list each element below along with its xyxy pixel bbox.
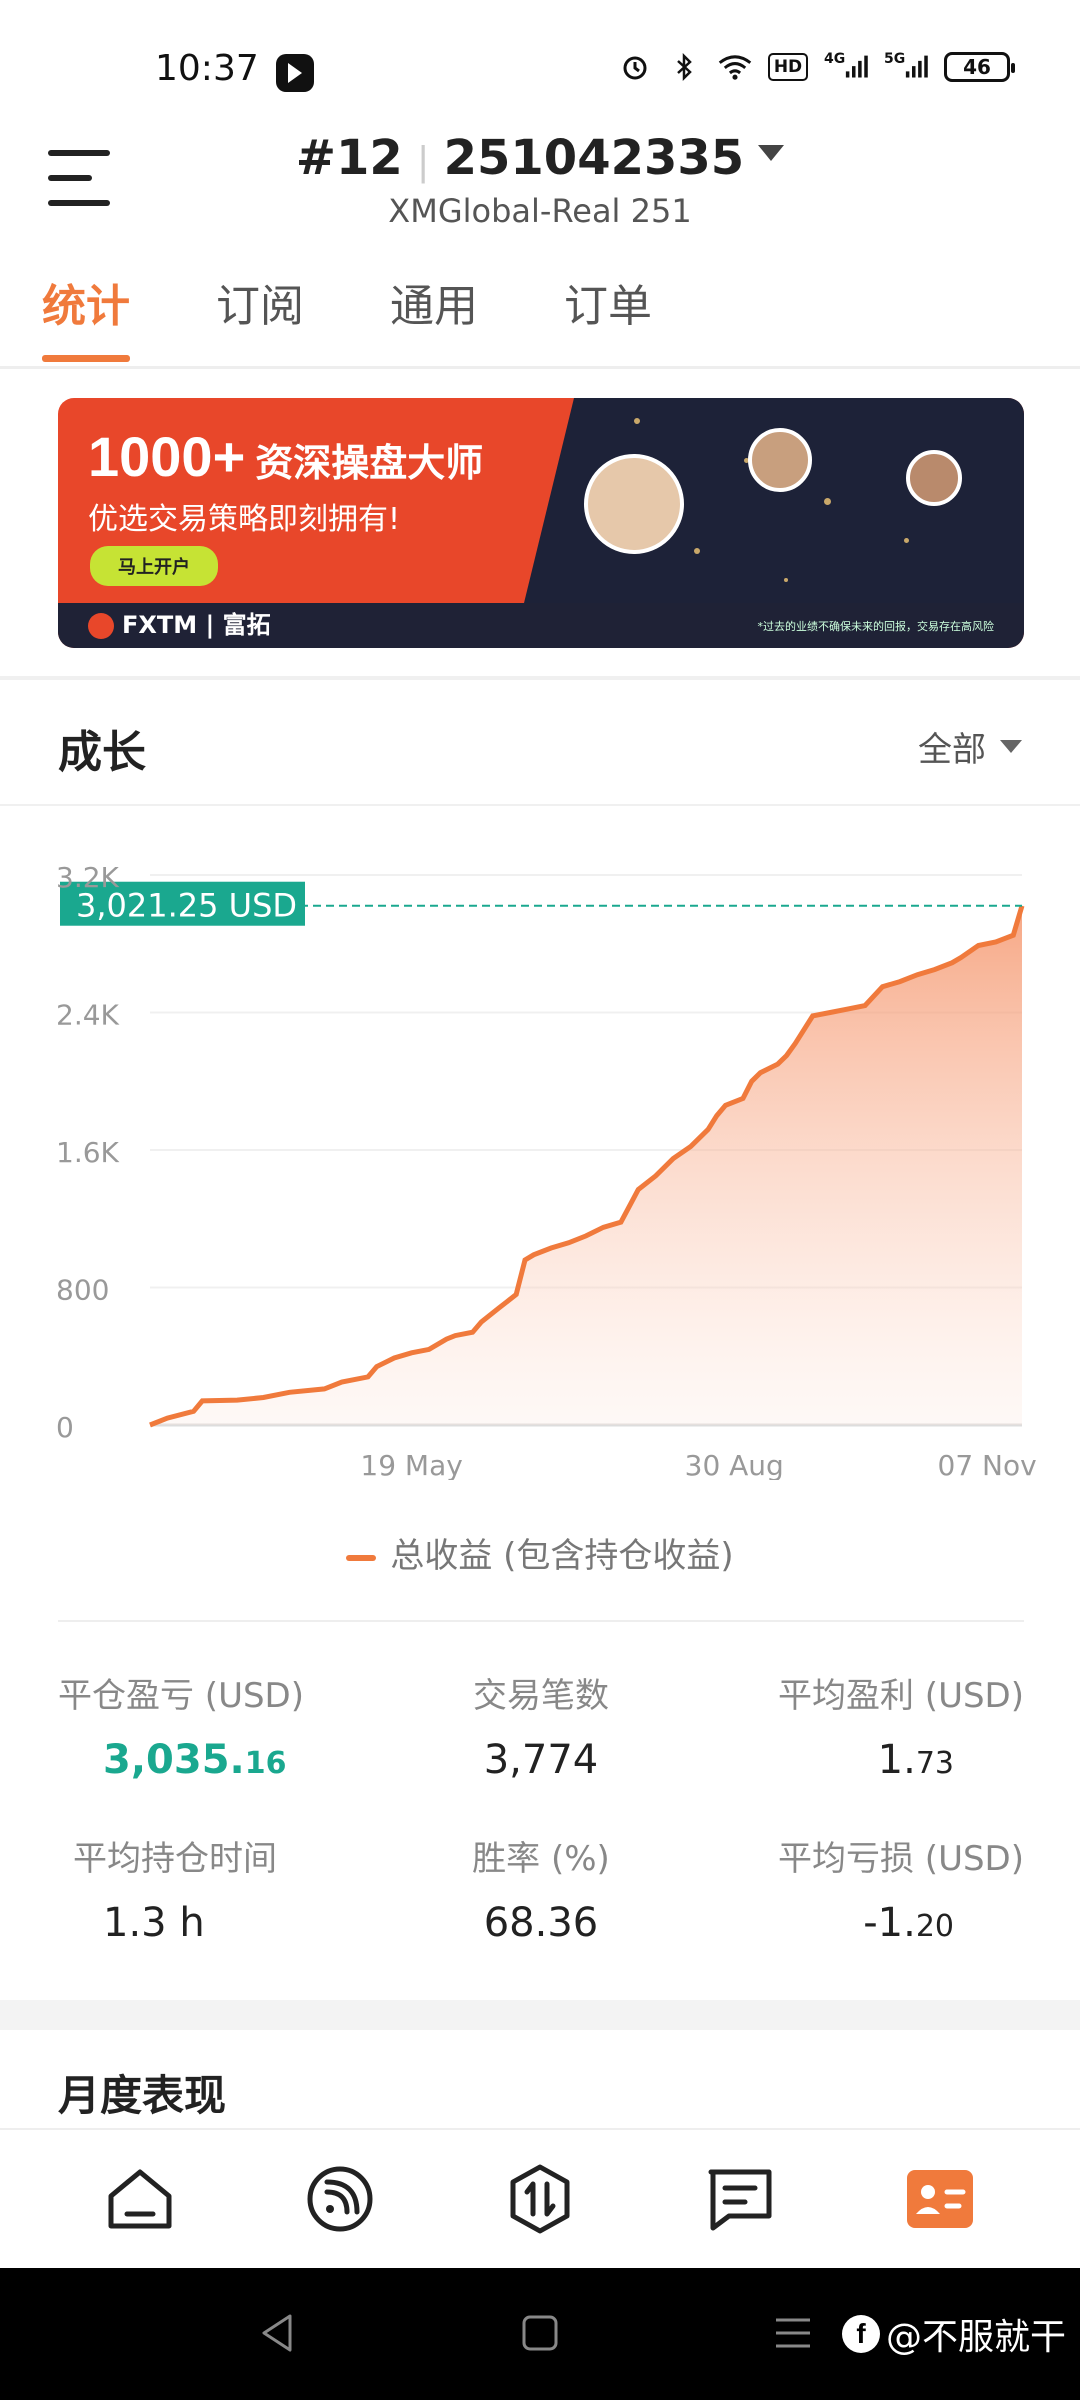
hd-badge: HD (768, 53, 808, 81)
nav-messages[interactable] (700, 2159, 780, 2239)
stat-label: 交易笔数 (473, 1676, 609, 1716)
stat-label: 平仓盈亏 (USD) (58, 1676, 304, 1716)
nav-signals[interactable] (300, 2159, 380, 2239)
network-5g-icon: 5G (884, 50, 928, 84)
nav-profile[interactable] (900, 2159, 980, 2239)
banner-headline: 1000+ 资深操盘大师 (88, 424, 483, 489)
promo-banner[interactable]: 1000+ 资深操盘大师 优选交易策略即刻拥有! 马上开户 FXTM | 富拓 *… (58, 398, 1024, 648)
watermark: f @不服就干 (841, 2308, 1066, 2360)
y-tick-label: 800 (56, 1274, 109, 1307)
stat-avg-loss: 平均亏损 (USD) -1.20 (702, 1831, 1024, 1946)
stat-value: 3,035.16 (103, 1737, 287, 1783)
trader-avatar-3 (906, 450, 962, 506)
stat-value: 1.3 h (103, 1900, 205, 1946)
trader-avatar-2 (748, 428, 812, 492)
divider (0, 366, 1080, 369)
banner-headline-text: 资深操盘大师 (255, 441, 484, 485)
fxtm-logo: FXTM | 富拓 (88, 605, 271, 640)
profile-card-icon (907, 2170, 973, 2228)
trader-avatar-1 (584, 454, 684, 554)
growth-chart[interactable]: 3,021.25 USD 0 800 1.6K 2.4K 3.2K 19 May 30 A… (0, 840, 1080, 1482)
x-tick-label: 07 Nov (938, 1449, 1037, 1480)
growth-chart-svg: 3,021.25 USD 08001.6K2.4K3.2K 19 May 30 A… (56, 861, 1037, 1482)
stat-avg-hold-time: 平均持仓时间 1.3 h (58, 1831, 380, 1946)
x-tick-label: 30 Aug (685, 1449, 784, 1480)
caret-down-icon (1000, 740, 1022, 753)
tab-statistics[interactable]: 统计 (42, 270, 130, 362)
tab-orders[interactable]: 订单 (564, 270, 652, 362)
account-prefix: #12 (295, 130, 403, 186)
stat-win-rate: 胜率 (%) 68.36 (380, 1831, 702, 1946)
nav-home[interactable] (100, 2159, 180, 2239)
divider (0, 676, 1080, 680)
y-tick-label: 2.4K (56, 999, 120, 1032)
banner-disclaimer: *过去的业绩不确保未来的回报，交易存在高风险 (757, 620, 995, 633)
growth-range-value: 全部 (918, 730, 986, 770)
home-square-icon[interactable] (515, 2308, 565, 2358)
tab-bar: 统计 订阅 通用 订单 (42, 270, 652, 362)
x-tick-label: 19 May (360, 1449, 462, 1480)
stat-avg-profit: 平均盈利 (USD) 1.73 (702, 1668, 1024, 1783)
stat-label: 平均盈利 (USD) (778, 1676, 1024, 1716)
fxtm-brand-text: FXTM | 富拓 (122, 611, 271, 639)
chart-legend: 总收益 (包含持仓收益) (0, 1528, 1080, 1577)
account-selector[interactable]: #12 | 251042335 (0, 130, 1080, 186)
divider (0, 804, 1080, 806)
recents-menu-icon[interactable] (768, 2308, 818, 2358)
facebook-icon: f (841, 2315, 880, 2353)
y-tick-label: 0 (56, 1411, 74, 1444)
growth-title: 成长 (58, 727, 146, 778)
legend-label: 总收益 (包含持仓收益) (390, 1536, 734, 1576)
stat-value: 1.73 (877, 1737, 954, 1783)
wifi-icon (718, 50, 752, 84)
back-triangle-icon[interactable] (252, 2308, 302, 2358)
stats-grid: 平仓盈亏 (USD) 3,035.16 交易笔数 3,774 平均盈利 (USD… (58, 1668, 1024, 1946)
monthly-performance-title: 月度表现 (58, 2071, 227, 2120)
section-separator (0, 2000, 1080, 2030)
status-icons: HD 4G 5G 46 (618, 50, 1015, 84)
app-notification-icon (276, 54, 314, 92)
banner-headline-number: 1000+ (88, 425, 246, 488)
divider (58, 1620, 1024, 1622)
stat-label: 平均持仓时间 (73, 1839, 277, 1879)
alarm-icon (618, 50, 652, 84)
network-4g-icon: 4G (824, 50, 868, 84)
stat-value: 3,774 (483, 1737, 599, 1783)
nav-trade[interactable] (500, 2159, 580, 2239)
status-time: 10:37 (155, 48, 259, 89)
stat-value: -1.20 (863, 1900, 954, 1946)
y-tick-label: 1.6K (56, 1136, 120, 1169)
stat-label: 平均亏损 (USD) (778, 1839, 1024, 1879)
legend-swatch (346, 1554, 377, 1561)
chat-icon (708, 2169, 772, 2231)
stat-trade-count: 交易笔数 3,774 (380, 1668, 702, 1783)
stat-closed-pnl: 平仓盈亏 (USD) 3,035.16 (58, 1668, 380, 1783)
tab-subscribe[interactable]: 订阅 (216, 270, 304, 362)
tab-general[interactable]: 通用 (390, 270, 478, 362)
bluetooth-icon (668, 50, 702, 84)
banner-subline: 优选交易策略即刻拥有! (88, 502, 401, 537)
y-tick-label: 3.2K (56, 861, 120, 894)
stat-label: 胜率 (%) (472, 1839, 610, 1879)
account-separator: | (416, 139, 430, 183)
open-account-button[interactable]: 马上开户 (90, 546, 218, 586)
home-icon (108, 2169, 172, 2229)
bottom-nav (0, 2128, 1080, 2268)
trade-icon (510, 2164, 570, 2234)
caret-down-icon (758, 145, 785, 161)
status-bar: 10:37 HD 4G 5G 46 (0, 0, 1080, 120)
system-nav-bar: f @不服就干 (0, 2268, 1080, 2400)
signal-feed-icon (307, 2166, 373, 2232)
growth-range-dropdown[interactable]: 全部 (918, 722, 1022, 771)
account-number: 251042335 (443, 130, 745, 186)
server-name: XMGlobal-Real 251 (388, 192, 692, 230)
watermark-text: @不服就干 (885, 2317, 1066, 2358)
stat-value: 68.36 (483, 1900, 599, 1946)
battery-indicator: 46 (944, 52, 1015, 82)
